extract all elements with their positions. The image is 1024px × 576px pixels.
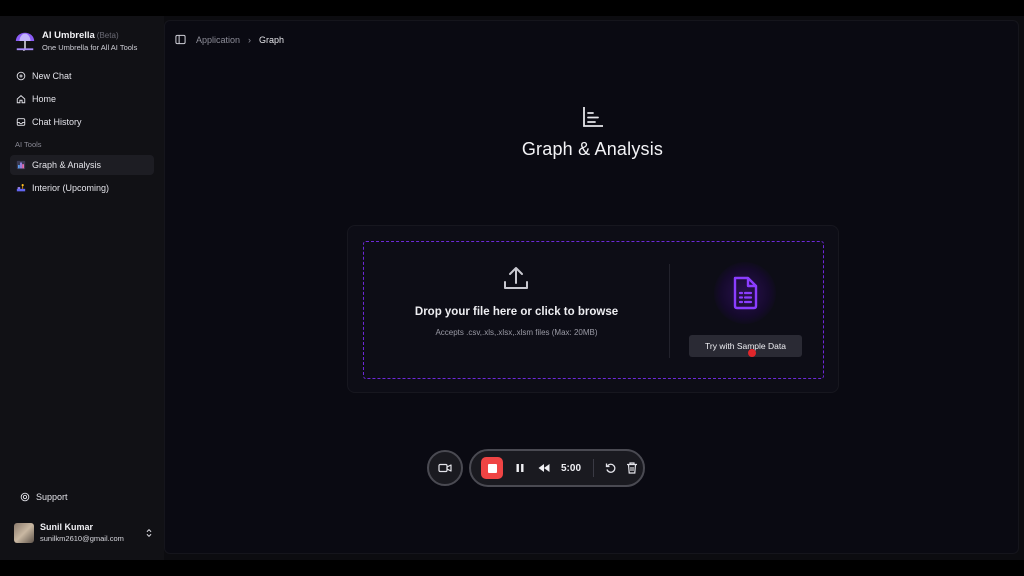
pause-icon[interactable] <box>513 461 527 475</box>
nav-label: New Chat <box>32 71 72 81</box>
breadcrumb: Application › Graph <box>196 35 284 45</box>
nav-label: Graph & Analysis <box>32 160 102 170</box>
recording-timer: 5:00 <box>561 462 582 474</box>
page-header: Graph & Analysis <box>165 105 1020 160</box>
sidebar-toggle-icon[interactable] <box>175 34 186 45</box>
sidebar: AI Umbrella (Beta) One Umbrella for All A… <box>0 16 164 560</box>
trash-icon[interactable] <box>625 461 639 475</box>
rewind-icon[interactable] <box>537 461 551 475</box>
nav-label: Interior (Upcoming) <box>32 183 110 193</box>
main-nav: New Chat Home Chat History AI Tools Grap… <box>10 66 154 201</box>
sample-file-badge <box>714 262 776 324</box>
nav-new-chat[interactable]: New Chat <box>10 66 154 86</box>
ai-tools-section-label: AI Tools <box>15 140 42 149</box>
breadcrumb-current: Graph <box>259 34 285 45</box>
nav-home[interactable]: Home <box>10 89 154 109</box>
upload-card: Drop your file here or click to browse A… <box>347 225 839 393</box>
brand[interactable]: AI Umbrella (Beta) One Umbrella for All A… <box>14 28 137 54</box>
beta-badge: (Beta) <box>96 31 119 40</box>
stop-recording-button[interactable] <box>481 457 503 479</box>
home-icon <box>16 95 26 104</box>
inbox-icon <box>16 118 26 126</box>
graph-tool-icon <box>16 160 26 170</box>
interior-tool-icon <box>16 184 26 192</box>
page-title: Graph & Analysis <box>521 139 664 159</box>
upload-icon <box>504 267 528 289</box>
dropzone-title: Drop your file here or click to browse <box>414 306 619 318</box>
nav-chat-history[interactable]: Chat History <box>10 112 154 132</box>
file-spreadsheet-icon <box>733 276 758 310</box>
dropzone-subtitle: Accepts .csv,.xls,.xlsx,.xlsm files (Max… <box>435 328 598 337</box>
camera-toggle-button[interactable] <box>427 450 463 486</box>
chat-plus-icon <box>16 71 26 81</box>
topbar: Application › Graph <box>175 34 284 45</box>
dropzone-browse-area[interactable]: Drop your file here or click to browse A… <box>364 242 669 378</box>
user-name: Sunil Kumar <box>40 522 94 532</box>
user-menu[interactable]: Sunil Kumar sunilkm2610@gmail.com <box>14 522 154 544</box>
bar-chart-icon <box>582 107 603 127</box>
support-link[interactable]: Support <box>20 492 68 502</box>
stop-icon <box>487 463 497 473</box>
nav-label: Home <box>32 94 57 104</box>
lifebuoy-icon <box>20 492 30 502</box>
avatar <box>14 523 34 543</box>
brand-tagline: One Umbrella for All AI Tools <box>42 43 138 52</box>
nav-label: Chat History <box>32 117 82 127</box>
divider <box>593 459 594 477</box>
recording-controls: 5:00 <box>469 449 645 487</box>
restart-icon[interactable] <box>604 461 618 475</box>
mouse-cursor-indicator <box>748 349 756 357</box>
chevron-up-down-icon[interactable] <box>144 528 154 538</box>
nav-interior[interactable]: Interior (Upcoming) <box>10 178 154 198</box>
file-dropzone[interactable]: Drop your file here or click to browse A… <box>363 241 824 379</box>
umbrella-logo-icon <box>15 32 35 51</box>
brand-name: AI Umbrella <box>42 30 95 41</box>
try-sample-data-button[interactable]: Try with Sample Data <box>689 335 802 357</box>
nav-graph-analysis[interactable]: Graph & Analysis <box>10 155 154 175</box>
breadcrumb-application[interactable]: Application <box>196 35 240 45</box>
divider <box>669 264 670 358</box>
chevron-right-icon: › <box>248 34 252 45</box>
video-camera-icon <box>438 463 452 473</box>
app-frame: AI Umbrella (Beta) One Umbrella for All A… <box>0 16 1024 560</box>
support-label: Support <box>36 492 68 502</box>
user-email: sunilkm2610@gmail.com <box>40 534 124 543</box>
